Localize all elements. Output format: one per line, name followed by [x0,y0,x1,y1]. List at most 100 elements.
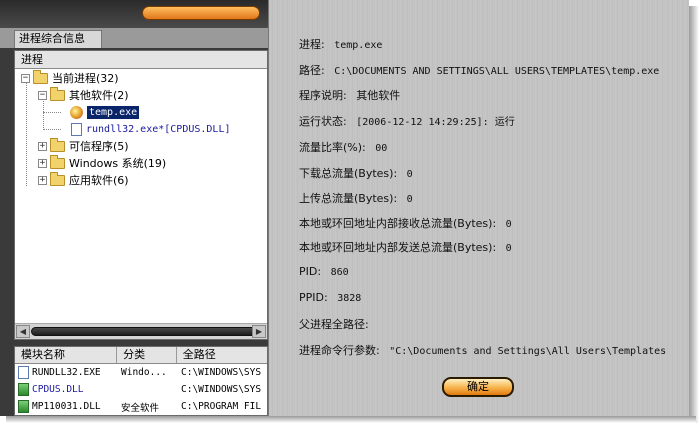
tree-connector [26,82,27,186]
tree-node-trusted[interactable]: + 可信程序(5) [38,137,129,154]
detail-label: 程序说明: [299,89,347,102]
module-path: C:\WINDOWS\SYS [181,367,262,378]
module-path: C:\PROGRAM FIL [181,401,262,412]
module-list-header: 模块名称 分类 全路径 [15,347,267,364]
tree-connector [43,99,44,130]
tree-node-label: 当前进程(32) [52,72,119,85]
collapse-icon[interactable]: − [21,73,30,83]
expand-icon[interactable]: + [38,141,47,151]
exe-icon [70,105,83,119]
tree-node-current[interactable]: − 当前进程(32) [21,69,119,86]
detail-value: 3828 [337,293,362,304]
module-category: Windo... [121,367,167,378]
collapse-icon[interactable]: − [38,90,47,100]
window-shadow [6,416,696,423]
tree-node-rundll32[interactable]: rundll32.exe*[CPDUS.DLL] [67,121,231,137]
scrollbar-thumb[interactable] [31,327,259,336]
table-row[interactable]: CPDUS.DLL C:\WINDOWS\SYS [15,381,267,398]
tree-node-label: 可信程序(5) [69,140,129,153]
table-row[interactable]: RUNDLL32.EXE Windo... C:\WINDOWS\SYS [15,364,267,381]
ok-button[interactable]: 确定 [442,377,514,397]
detail-label: 进程: [299,38,325,51]
module-path: C:\WINDOWS\SYS [181,384,262,395]
table-row[interactable]: MP110031.DLL 安全软件 C:\PROGRAM FIL [15,398,267,415]
detail-value: temp.exe [334,40,383,51]
column-header-path[interactable]: 全路径 [177,347,267,363]
detail-value: 0 [505,243,512,254]
detail-label: 运行状态: [299,115,347,128]
detail-parent-path: 父进程全路径: [299,316,375,332]
expand-icon[interactable]: + [38,158,47,168]
column-header-category[interactable]: 分类 [117,347,177,363]
document-icon [71,122,82,136]
tree-node-temp-exe[interactable]: temp.exe [67,104,140,120]
process-details-panel: 进程: temp.exe 路径: C:\DOCUMENTS AND SETTIN… [268,0,689,416]
detail-label: 进程命令行参数: [299,344,380,357]
detail-label: 上传总流量(Bytes): [299,192,398,205]
detail-value: 0 [505,219,512,230]
tree-node-label: rundll32.exe*[CPDUS.DLL] [86,123,231,135]
scroll-right-icon[interactable]: ▶ [252,325,266,338]
detail-label: PPID: [299,291,328,304]
detail-local-recv: 本地或环回地址内部接收总流量(Bytes): 0 [299,215,512,231]
top-orange-button[interactable] [142,6,260,20]
column-header-module-name[interactable]: 模块名称 [15,347,118,363]
tree-connector [43,129,61,130]
detail-local-send: 本地或环回地址内部发送总流量(Bytes): 0 [299,239,512,255]
process-tree-panel: 进程 − 当前进程(32) − 其他软件(2) temp.exe rundll3… [14,50,268,340]
file-icon [18,366,29,379]
tab-process-info[interactable]: 进程综合信息 [14,30,102,48]
window-shadow [689,6,699,423]
detail-value: C:\DOCUMENTS AND SETTINGS\ALL USERS\TEMP… [334,66,660,77]
detail-description: 程序说明: 其他软件 [299,87,400,103]
tree-node-label: temp.exe [87,105,140,119]
module-name: RUNDLL32.EXE [32,367,101,378]
detail-value: 0 [406,169,413,180]
tree-node-label: 其他软件(2) [69,89,129,102]
detail-cmdline: 进程命令行参数: "C:\Documents and Settings\All … [299,342,666,358]
tree-connector [43,112,61,113]
folder-open-icon [50,86,65,101]
module-icon [18,400,29,413]
detail-traffic-ratio: 流量比率(%): 00 [299,139,387,155]
folder-open-icon [33,69,48,84]
module-category: 安全软件 [121,402,160,414]
detail-process: 进程: temp.exe [299,36,382,52]
detail-path: 路径: C:\DOCUMENTS AND SETTINGS\ALL USERS\… [299,62,659,78]
left-pane: 进程综合信息 进程 − 当前进程(32) − 其他软件(2) temp.exe [0,0,268,416]
detail-label: 父进程全路径: [299,318,369,331]
process-tree: − 当前进程(32) − 其他软件(2) temp.exe rundll32.e… [15,69,267,321]
detail-value: 860 [330,267,349,278]
detail-value: 其他软件 [356,89,401,102]
folder-icon [50,171,65,186]
detail-ppid: PPID: 3828 [299,291,361,304]
detail-label: PID: [299,265,322,278]
detail-label: 路径: [299,64,325,77]
tree-node-other-software[interactable]: − 其他软件(2) [38,86,129,103]
detail-download-total: 下载总流量(Bytes): 0 [299,165,413,181]
detail-value: 0 [406,194,413,205]
expand-icon[interactable]: + [38,175,47,185]
folder-icon [50,137,65,152]
detail-value: "C:\Documents and Settings\All Users\Tem… [389,346,667,357]
detail-value: [2006-12-12 14:29:25]: 运行 [356,117,515,128]
tree-column-header[interactable]: 进程 [15,51,267,69]
tree-node-label: Windows 系统(19) [69,157,167,170]
tree-node-label: 应用软件(6) [69,174,129,187]
tree-node-apps[interactable]: + 应用软件(6) [38,171,129,188]
detail-value: 00 [375,143,388,154]
horizontal-scrollbar[interactable]: ◀ ▶ [15,323,267,339]
tree-node-windows[interactable]: + Windows 系统(19) [38,154,167,171]
detail-label: 本地或环回地址内部发送总流量(Bytes): [299,241,497,254]
detail-label: 下载总流量(Bytes): [299,167,398,180]
folder-icon [50,154,65,169]
module-icon [18,383,29,396]
module-name: MP110031.DLL [32,401,101,412]
scroll-left-icon[interactable]: ◀ [16,325,30,338]
detail-label: 流量比率(%): [299,141,366,154]
detail-upload-total: 上传总流量(Bytes): 0 [299,190,413,206]
module-name: CPDUS.DLL [32,384,84,395]
detail-status: 运行状态: [2006-12-12 14:29:25]: 运行 [299,113,515,129]
detail-label: 本地或环回地址内部接收总流量(Bytes): [299,217,497,230]
module-list-panel: 模块名称 分类 全路径 RUNDLL32.EXE Windo... C:\WIN… [14,346,268,416]
